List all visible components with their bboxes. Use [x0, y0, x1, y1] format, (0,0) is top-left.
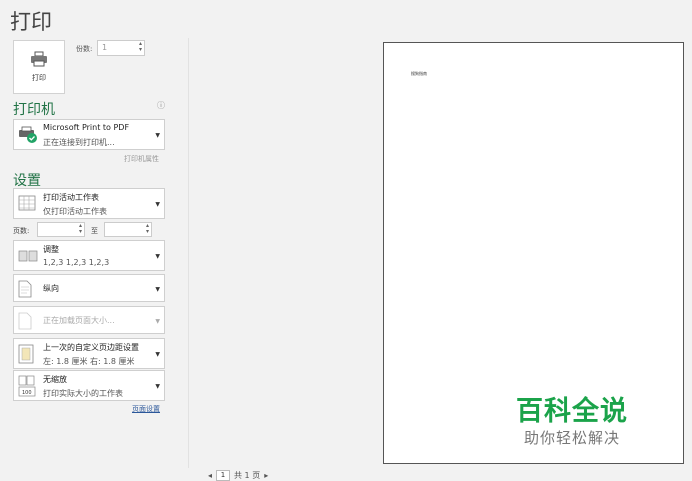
copies-input[interactable]: 1 ▴ ▾	[97, 40, 145, 56]
total-pages-label: 共 1 页	[234, 471, 261, 480]
scaling-dropdown[interactable]: 100 无缩放 打印实际大小的工作表 ▼	[13, 370, 165, 401]
printer-heading: 打印机	[13, 102, 55, 118]
info-icon[interactable]: ⓘ	[157, 100, 165, 111]
pages-to-input[interactable]: ▴ ▾	[104, 222, 152, 237]
copies-label: 份数:	[76, 45, 93, 53]
print-scope-dropdown[interactable]: 打印活动工作表 仅打印活动工作表 ▼	[13, 188, 165, 219]
printer-ready-icon	[19, 126, 37, 143]
pages-label: 页数:	[13, 227, 30, 235]
print-button[interactable]: 打印	[13, 40, 65, 94]
panel-divider	[188, 38, 189, 468]
pages-to-stepper[interactable]: ▴ ▾	[146, 223, 149, 235]
collate-sub: 1,2,3 1,2,3 1,2,3	[43, 258, 110, 267]
pages-from-stepper[interactable]: ▴ ▾	[79, 223, 82, 235]
page-navigator: ◂ 1 共 1 页 ▸	[208, 470, 268, 481]
page-title: 打印	[10, 10, 52, 34]
margins-sub: 左: 1.8 厘米 右: 1.8 厘米	[43, 357, 135, 366]
pages-to-label: 至	[91, 227, 98, 235]
collate-dropdown[interactable]: 调整 1,2,3 1,2,3 1,2,3 ▼	[13, 240, 165, 271]
printer-icon	[31, 51, 47, 67]
chevron-down-icon: ▼	[155, 286, 160, 293]
margins-title: 上一次的自定义页边距设置	[43, 343, 139, 352]
print-preview-page: 搜狗指南 百科全说 助你轻松解决	[383, 42, 684, 464]
chevron-down-icon: ▼	[155, 253, 160, 260]
watermark-main: 百科全说	[516, 396, 628, 427]
collate-title: 调整	[43, 245, 59, 254]
svg-text:100: 100	[22, 390, 32, 396]
collate-icon	[18, 250, 38, 262]
margins-icon	[18, 344, 34, 364]
printer-properties-link[interactable]: 打印机属性	[124, 154, 159, 164]
prev-page-button[interactable]: ◂	[208, 471, 212, 480]
margins-dropdown[interactable]: 上一次的自定义页边距设置 左: 1.8 厘米 右: 1.8 厘米 ▼	[13, 338, 165, 369]
chevron-down-icon: ▼	[155, 383, 160, 390]
worksheet-icon	[18, 195, 36, 211]
watermark-sub: 助你轻松解决	[524, 429, 621, 447]
printer-dropdown[interactable]: Microsoft Print to PDF 正在连接到打印机... ▼	[13, 119, 165, 150]
orientation-value: 纵向	[43, 284, 59, 293]
portrait-page-icon	[18, 280, 32, 298]
copies-stepper[interactable]: ▴ ▾	[139, 41, 142, 53]
printer-name: Microsoft Print to PDF	[43, 123, 130, 132]
chevron-down-icon: ▼	[155, 132, 160, 139]
pages-from-input[interactable]: ▴ ▾	[37, 222, 85, 237]
paper-size-dropdown[interactable]: 正在加载页面大小... ▼	[13, 306, 165, 334]
scaling-title: 无缩放	[43, 375, 67, 384]
page-setup-link[interactable]: 页面设置	[132, 404, 160, 414]
preview-page-text: 搜狗指南	[411, 71, 427, 76]
settings-heading: 设置	[13, 173, 41, 189]
printer-status: 正在连接到打印机...	[43, 138, 115, 147]
paper-size-icon	[18, 312, 32, 330]
next-page-button[interactable]: ▸	[264, 471, 268, 480]
current-page-input[interactable]: 1	[216, 470, 231, 481]
print-scope-sub: 仅打印活动工作表	[43, 207, 107, 216]
chevron-down-icon: ▼	[155, 318, 160, 325]
print-button-label: 打印	[32, 74, 46, 82]
copies-value: 1	[102, 43, 108, 52]
chevron-down-icon: ▼	[155, 201, 160, 208]
paper-size-value: 正在加载页面大小...	[43, 316, 115, 325]
chevron-down-icon: ▼	[155, 351, 160, 358]
orientation-dropdown[interactable]: 纵向 ▼	[13, 274, 165, 302]
print-scope-title: 打印活动工作表	[43, 193, 99, 202]
scaling-sub: 打印实际大小的工作表	[43, 389, 123, 398]
scaling-icon: 100	[18, 375, 36, 397]
